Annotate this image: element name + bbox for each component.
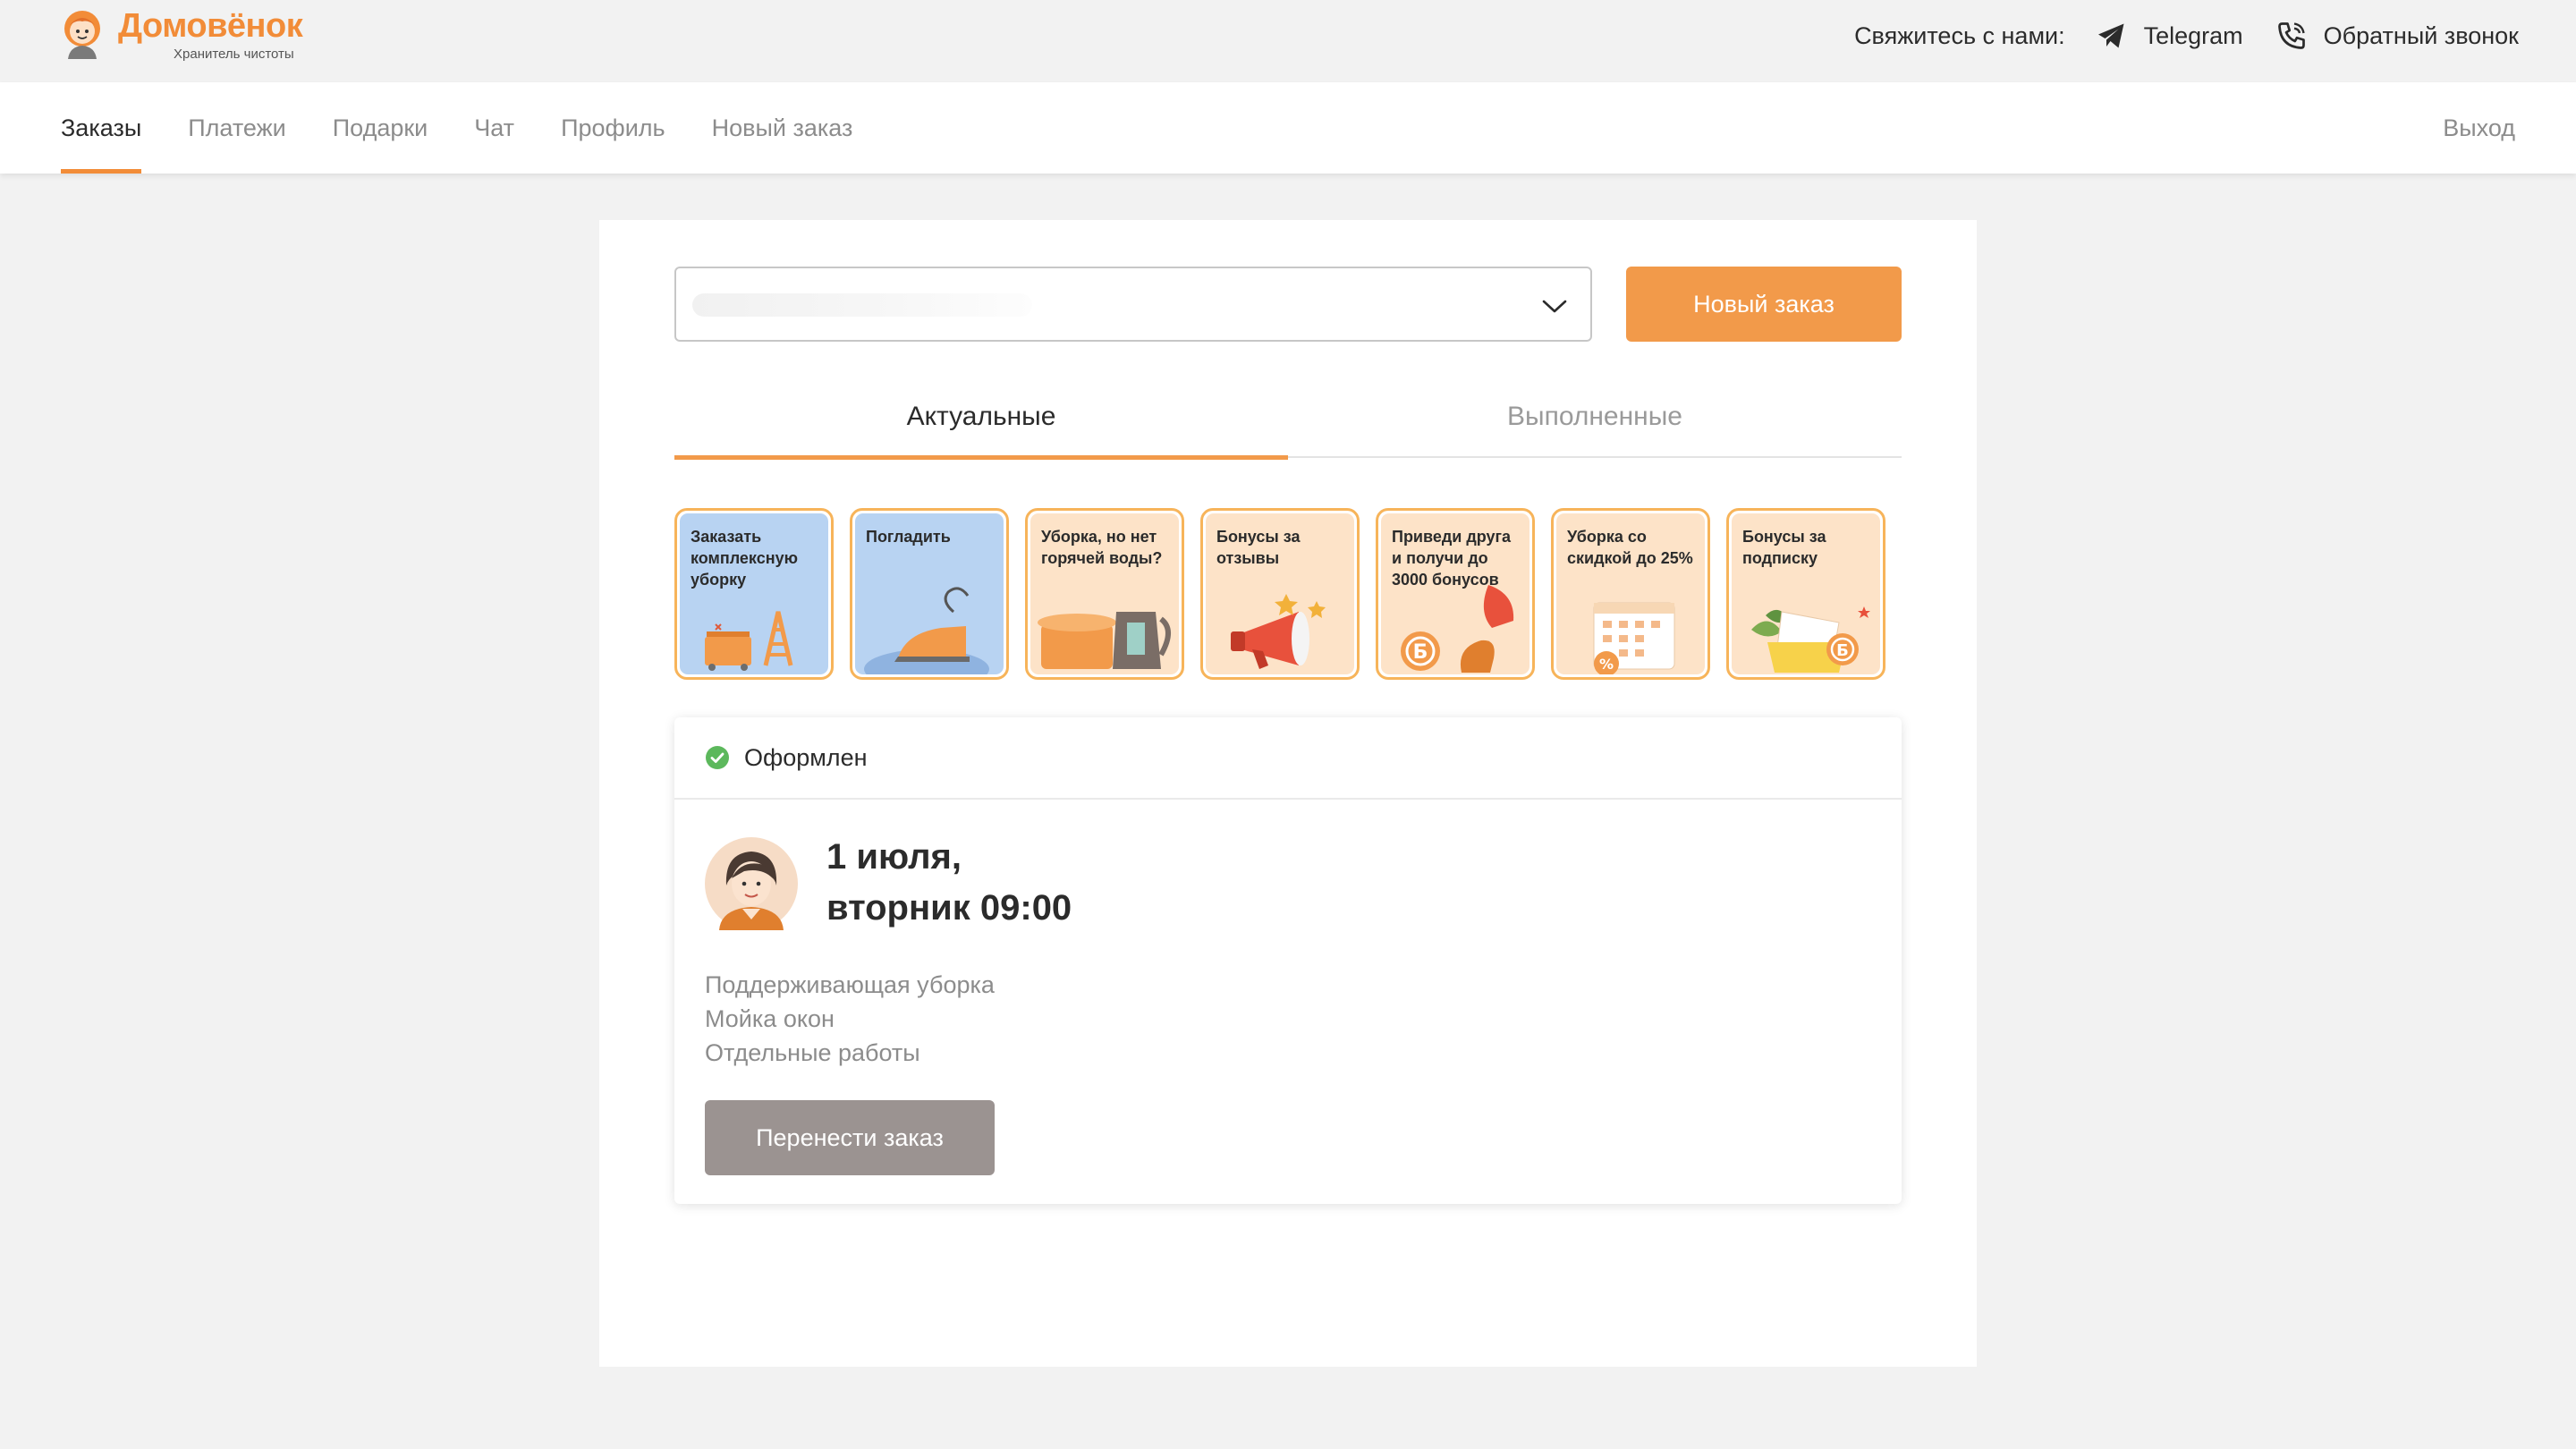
- story-card[interactable]: Бонусы за подписку Б: [1726, 508, 1885, 680]
- orders-panel: Новый заказ Актуальные Выполненные Заказ…: [599, 220, 1977, 1367]
- nav-tabs: Заказы Платежи Подарки Чат Профиль Новый…: [61, 82, 899, 174]
- nav-tab-gifts[interactable]: Подарки: [333, 82, 428, 174]
- telegram-link[interactable]: Telegram: [2096, 20, 2243, 52]
- nav-tab-new-order[interactable]: Новый заказ: [712, 82, 853, 174]
- story-caption: Заказать комплексную уборку: [691, 528, 798, 589]
- contacts-label: Свяжитесь с нами:: [1854, 21, 2065, 49]
- service-item: Поддерживающая уборка: [705, 971, 995, 998]
- story-card[interactable]: Приведи друга и получи до 3000 бонусов Б: [1376, 508, 1535, 680]
- story-caption: Приведи друга и получи до 3000 бонусов: [1392, 528, 1512, 589]
- order-date: 1 июля,: [826, 837, 962, 877]
- order-status: Оформлен: [744, 743, 868, 771]
- phone-icon: [2277, 22, 2305, 49]
- story-caption: Погладить: [866, 528, 951, 546]
- address-select[interactable]: [674, 267, 1592, 342]
- megaphone-icon: [1231, 594, 1326, 669]
- story-card[interactable]: Бонусы за отзывы: [1200, 508, 1360, 680]
- story-card[interactable]: Уборка со скидкой до 25% %: [1551, 508, 1710, 680]
- brand-tagline: Хранитель чистоты: [174, 47, 294, 62]
- order-weekday-time: вторник 09:00: [826, 888, 1072, 928]
- reschedule-order-button[interactable]: Перенести заказ: [705, 1100, 995, 1175]
- mascot-logo-icon: [64, 11, 100, 59]
- svg-text:Б: Б: [1836, 641, 1849, 660]
- nav-tab-profile[interactable]: Профиль: [561, 82, 665, 174]
- story-caption: Бонусы за отзывы: [1216, 528, 1301, 567]
- gift-coin-icon: Б: [1751, 606, 1870, 673]
- telegram-icon: [2097, 23, 2124, 48]
- svg-text:%: %: [1599, 656, 1614, 673]
- story-card[interactable]: Уборка, но нет горячей воды?: [1025, 508, 1184, 680]
- stories-carousel: Заказать комплексную уборку Погладить Уб…: [674, 508, 1902, 683]
- chevron-down-icon: [1542, 300, 1567, 313]
- contacts: Свяжитесь с нами: Telegram Обратный звон…: [1854, 16, 2519, 55]
- svg-text:Б: Б: [1413, 641, 1428, 664]
- story-caption: Бонусы за подписку: [1742, 528, 1826, 567]
- nav-tab-orders[interactable]: Заказы: [61, 82, 142, 174]
- story-caption: Уборка, но нет горячей воды?: [1041, 528, 1163, 567]
- story-caption: Уборка со скидкой до 25%: [1567, 528, 1693, 567]
- telegram-label: Telegram: [2143, 21, 2243, 49]
- order-card[interactable]: Оформлен 1 июля, вторник 09:00 Поддержив…: [674, 717, 1902, 1204]
- bonus-coin-icon: Б: [1401, 585, 1514, 673]
- tab-current[interactable]: Актуальные: [674, 376, 1288, 460]
- address-value-blurred: [692, 293, 1032, 317]
- ladder-icon: [705, 611, 793, 671]
- story-card[interactable]: Заказать комплексную уборку: [674, 508, 834, 680]
- tab-completed[interactable]: Выполненные: [1288, 376, 1902, 458]
- cleaner-avatar: [705, 837, 798, 930]
- service-item: Мойка окон: [705, 1005, 835, 1032]
- brand-logo[interactable]: Домовёнок Хранитель чистоты: [57, 5, 303, 63]
- brand-name: Домовёнок: [118, 7, 303, 45]
- story-card[interactable]: Погладить: [850, 508, 1009, 680]
- order-services: Поддерживающая уборка Мойка окон Отдельн…: [705, 968, 995, 1070]
- callback-label: Обратный звонок: [2323, 21, 2519, 49]
- top-bar: Домовёнок Хранитель чистоты Свяжитесь с …: [0, 0, 2576, 82]
- nav-tab-chat[interactable]: Чат: [474, 82, 514, 174]
- main-nav: Заказы Платежи Подарки Чат Профиль Новый…: [0, 82, 2576, 174]
- order-status-tabs: Актуальные Выполненные: [674, 376, 1902, 460]
- new-order-button[interactable]: Новый заказ: [1626, 267, 1902, 342]
- logout-link[interactable]: Выход: [2443, 82, 2515, 174]
- service-item: Отдельные работы: [705, 1039, 920, 1066]
- order-status-row: Оформлен: [674, 717, 1902, 800]
- check-circle-icon: [706, 746, 729, 769]
- kettle-icon: [1038, 612, 1171, 669]
- calendar-icon: %: [1593, 602, 1675, 674]
- nav-tab-payments[interactable]: Платежи: [188, 82, 286, 174]
- order-datetime: 1 июля, вторник 09:00: [826, 832, 1072, 934]
- callback-link[interactable]: Обратный звонок: [2275, 20, 2519, 52]
- iron-icon: [864, 587, 989, 674]
